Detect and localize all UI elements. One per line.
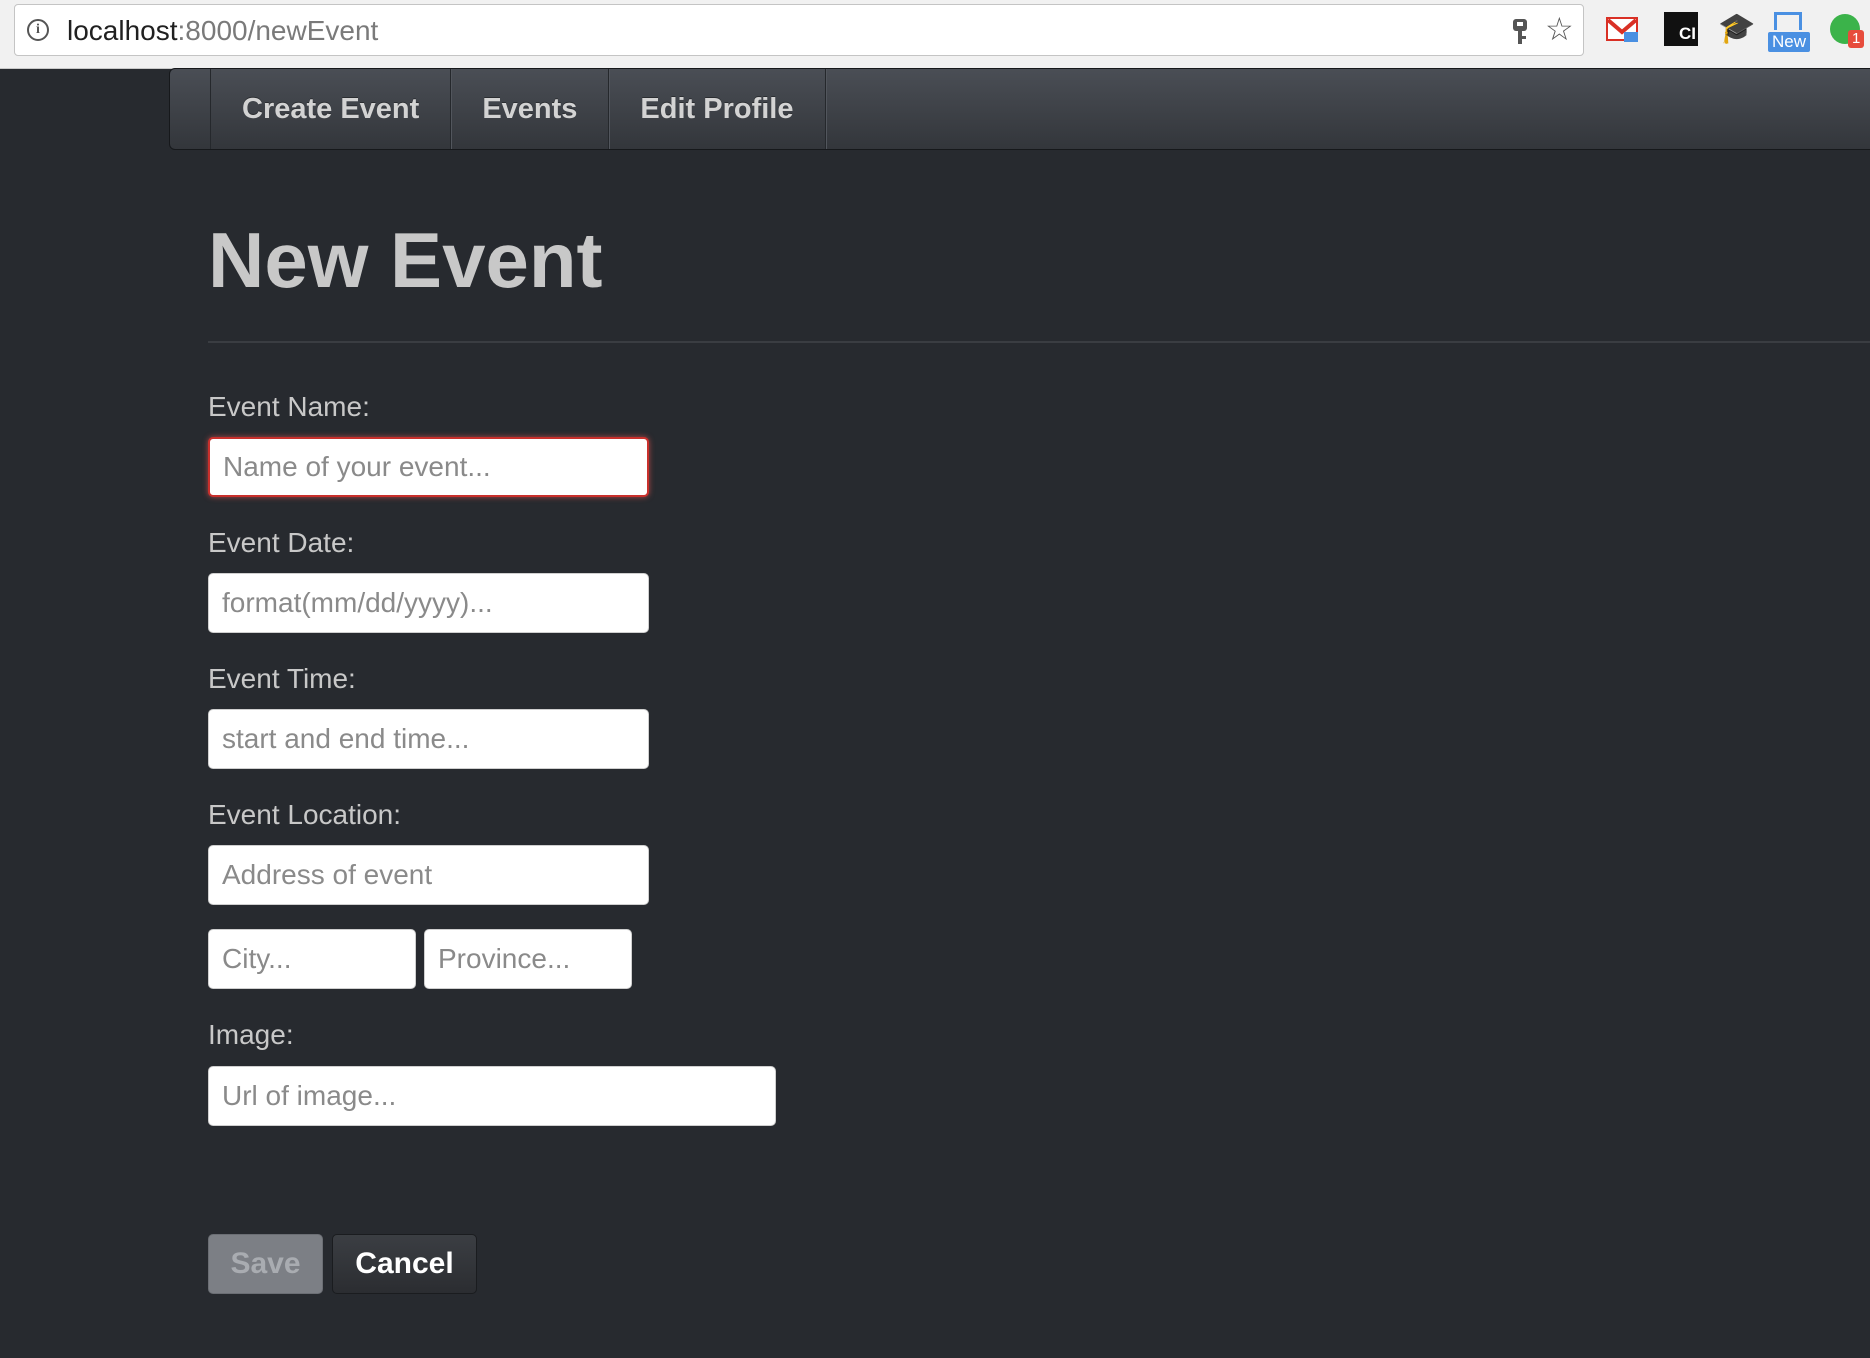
new-badge: New xyxy=(1768,32,1811,52)
graduation-cap-icon[interactable]: 🎓 xyxy=(1718,12,1755,46)
event-location-label: Event Location: xyxy=(208,799,402,830)
event-name-label: Event Name: xyxy=(208,391,370,422)
city-input[interactable] xyxy=(208,929,416,989)
url-text[interactable]: localhost:8000/newEvent xyxy=(67,15,378,47)
address-bar[interactable]: i localhost:8000/newEvent ☆ xyxy=(14,4,1584,56)
bookmark-star-icon[interactable]: ☆ xyxy=(1545,11,1574,47)
image-label: Image: xyxy=(208,1019,294,1050)
save-button[interactable]: Save xyxy=(208,1234,323,1294)
gmail-extension-icon[interactable] xyxy=(1606,12,1640,46)
divider xyxy=(208,341,1870,343)
address-input[interactable] xyxy=(208,845,649,905)
browser-toolbar: i localhost:8000/newEvent ☆ CI 🎓 New 1 xyxy=(0,0,1870,69)
extension-badge-count: 1 xyxy=(1848,30,1865,48)
green-extension-icon[interactable]: 1 xyxy=(1830,12,1870,48)
nav-menu: Create Event Events Edit Profile xyxy=(210,69,826,149)
event-time-input[interactable] xyxy=(208,709,649,769)
page-title: New Event xyxy=(208,216,603,304)
url-host: localhost xyxy=(67,15,178,46)
province-input[interactable] xyxy=(424,929,632,989)
navbar: Create Event Events Edit Profile xyxy=(169,68,1870,150)
event-time-label: Event Time: xyxy=(208,663,356,694)
event-name-input[interactable] xyxy=(208,437,649,497)
nav-edit-profile[interactable]: Edit Profile xyxy=(609,69,826,149)
image-url-input[interactable] xyxy=(208,1066,776,1126)
new-extension-icon[interactable]: New xyxy=(1768,12,1811,52)
nav-events[interactable]: Events xyxy=(451,69,610,149)
event-date-label: Event Date: xyxy=(208,527,355,558)
nav-create-event[interactable]: Create Event xyxy=(211,69,452,149)
ci-extension-icon[interactable]: CI xyxy=(1664,12,1698,46)
key-icon[interactable] xyxy=(1509,18,1531,46)
url-path: :8000/newEvent xyxy=(177,15,379,46)
info-icon[interactable]: i xyxy=(27,19,49,41)
cancel-button[interactable]: Cancel xyxy=(332,1234,477,1294)
new-extension-frame xyxy=(1774,12,1802,30)
event-date-input[interactable] xyxy=(208,573,649,633)
